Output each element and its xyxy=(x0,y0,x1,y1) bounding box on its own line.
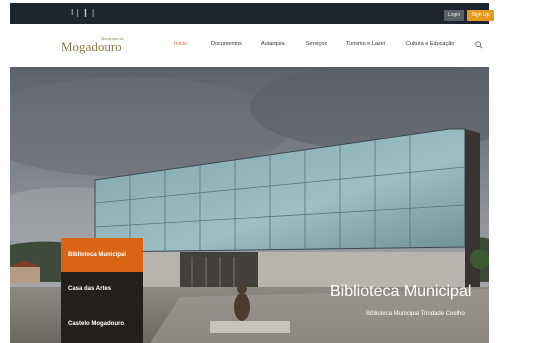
nav-item-inicio[interactable]: Início xyxy=(174,41,187,47)
hero-menu-casa-das-artes[interactable]: Casa das Artes xyxy=(61,272,143,306)
nav-item-cultura-educacao[interactable]: Cultura e Educação xyxy=(406,41,454,47)
nav-item-servicos[interactable]: Serviços xyxy=(306,41,327,47)
hero-menu-biblioteca-municipal[interactable]: Biblioteca Municipal xyxy=(61,238,143,272)
hero-subtitle: Biblioteca Municipal Trindade Coelho xyxy=(366,311,465,317)
signup-button[interactable]: Sign Up xyxy=(467,10,494,21)
hero-title: Biblioteca Municipal xyxy=(330,283,472,300)
search-icon[interactable] xyxy=(475,41,483,49)
hero-menu-castelo-mogadouro[interactable]: Castelo Mogadouro xyxy=(61,306,143,343)
site-header: Município de Mogadouro Início Documentos… xyxy=(10,24,489,66)
brand-logo[interactable]: Mogadouro xyxy=(61,39,122,55)
top-bar: I❘❙❘ Login Sign Up xyxy=(10,3,494,24)
nav-item-autarquia[interactable]: Autarquia xyxy=(261,41,285,47)
logo-mark: I❘❙❘ xyxy=(71,8,98,17)
login-button[interactable]: Login xyxy=(444,10,464,21)
nav-item-documentos[interactable]: Documentos xyxy=(211,41,242,47)
nav-item-turismo-lazer[interactable]: Turismo e Lazer xyxy=(346,41,386,47)
